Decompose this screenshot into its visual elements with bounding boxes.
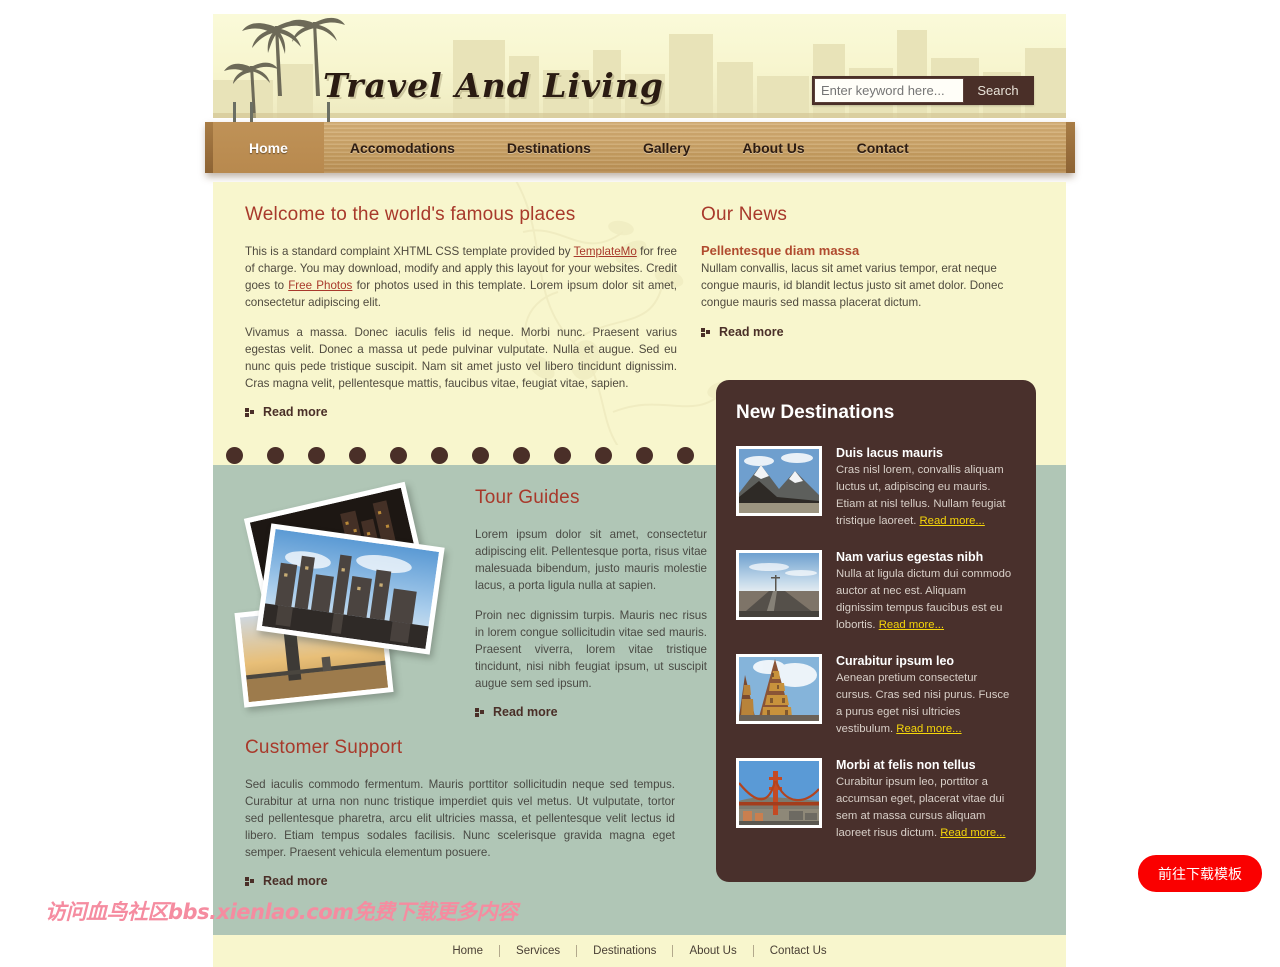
dot-decoration [513, 446, 530, 464]
dot-decoration [472, 446, 489, 464]
news-title: Our News [701, 204, 788, 225]
dot-decoration [390, 446, 407, 464]
welcome-column: Welcome to the world's famous places Thi… [245, 204, 677, 419]
tour-guides-paragraph-1: Lorem ipsum dolor sit amet, consectetur … [475, 528, 707, 592]
destination-read-more-link[interactable]: Read more... [940, 827, 1005, 839]
destination-item[interactable]: Curabitur ipsum leo Aenean pretium conse… [736, 654, 1016, 738]
page-container: Travel And Living Search Home Accomodati… [205, 14, 1075, 967]
footer-link-about-us[interactable]: About Us [673, 945, 752, 957]
destination-body: Nulla at ligula dictum dui commodo aucto… [836, 566, 1016, 634]
welcome-read-more-label: Read more [263, 405, 328, 419]
download-template-button[interactable]: 前往下载模板 [1138, 855, 1262, 892]
arrow-bullet-icon [245, 876, 254, 886]
nav-item-about-us[interactable]: About Us [716, 122, 830, 173]
dot-decoration [636, 446, 653, 464]
new-destinations-panel: New Destinations Duis lacus mauris Cras … [716, 380, 1036, 882]
nav-item-destinations[interactable]: Destinations [481, 122, 617, 173]
news-body: Nullam convallis, lacus sit amet varius … [701, 262, 1004, 309]
welcome-read-more-link[interactable]: Read more [245, 405, 677, 419]
arrow-bullet-icon [475, 707, 484, 717]
rope-strand-icon [233, 102, 236, 124]
golden-gate-bridge-thumbnail [736, 758, 822, 828]
customer-support-body: Sed iaculis commodo fermentum. Mauris po… [245, 778, 675, 859]
dot-decoration [349, 446, 366, 464]
search-box: Search [812, 76, 1034, 105]
footer-link-contact-us[interactable]: Contact Us [754, 945, 843, 957]
dot-decoration [595, 446, 612, 464]
destination-title: Duis lacus mauris [836, 446, 943, 460]
footer-link-destinations[interactable]: Destinations [577, 945, 672, 957]
dot-decoration [308, 446, 325, 464]
templatemo-link[interactable]: TemplateMo [574, 245, 637, 258]
destination-body: Aenean pretium consectetur cursus. Cras … [836, 670, 1016, 738]
dot-decoration [226, 446, 243, 464]
destination-item[interactable]: Morbi at felis non tellus Curabitur ipsu… [736, 758, 1016, 842]
footer-link-home[interactable]: Home [436, 945, 499, 957]
destination-title: Morbi at felis non tellus [836, 758, 976, 772]
destination-item[interactable]: Duis lacus mauris Cras nisl lorem, conva… [736, 446, 1016, 530]
destination-title: Curabitur ipsum leo [836, 654, 955, 668]
news-read-more-link[interactable]: Read more [701, 325, 1026, 339]
nav-item-contact[interactable]: Contact [831, 122, 935, 173]
destination-read-more-link[interactable]: Read more... [879, 619, 944, 631]
welcome-paragraph-2: Vivamus a massa. Donec iaculis felis id … [245, 326, 677, 390]
destination-body: Curabitur ipsum leo, porttitor a accumsa… [836, 774, 1016, 842]
nav-list: Home Accomodations Destinations Gallery … [213, 122, 935, 173]
site-logo: Travel And Living [323, 66, 664, 105]
tour-guides-paragraph-2: Proin nec dignissim turpis. Mauris nec r… [475, 609, 707, 690]
customer-support-read-more-label: Read more [263, 874, 328, 888]
news-headline: Pellentesque diam massa [701, 243, 860, 258]
desert-road-thumbnail [736, 550, 822, 620]
dot-decoration [554, 446, 571, 464]
news-read-more-label: Read more [719, 325, 784, 339]
destination-title: Nam varius egestas nibh [836, 550, 984, 564]
free-photos-link[interactable]: Free Photos [288, 279, 352, 292]
rope-strand-icon [250, 102, 253, 124]
destination-item[interactable]: Nam varius egestas nibh Nulla at ligula … [736, 550, 1016, 634]
welcome-p1-a: This is a standard complaint XHTML CSS t… [245, 245, 574, 258]
tour-guides-title: Tour Guides [475, 487, 580, 508]
nav-item-gallery[interactable]: Gallery [617, 122, 716, 173]
tour-guides-read-more-label: Read more [493, 705, 558, 719]
photo-collage [233, 481, 461, 709]
search-input[interactable] [814, 78, 964, 103]
destination-read-more-link[interactable]: Read more... [920, 515, 985, 527]
main-navigation: Home Accomodations Destinations Gallery … [205, 102, 1075, 182]
destination-read-more-link[interactable]: Read more... [896, 723, 961, 735]
dot-decoration [267, 446, 284, 464]
new-destinations-title: New Destinations [736, 402, 895, 423]
arrow-bullet-icon [701, 327, 710, 337]
welcome-title: Welcome to the world's famous places [245, 204, 576, 225]
dot-decoration [431, 446, 448, 464]
nav-item-accomodations[interactable]: Accomodations [324, 122, 481, 173]
tour-guides-read-more-link[interactable]: Read more [475, 705, 707, 719]
destination-body: Cras nisl lorem, convallis aliquam luctu… [836, 462, 1016, 530]
tour-guides-column: Tour Guides Lorem ipsum dolor sit amet, … [475, 487, 707, 719]
temple-spires-thumbnail [736, 654, 822, 724]
site-footer: Home Services Destinations About Us Cont… [213, 935, 1066, 967]
search-button[interactable]: Search [964, 78, 1032, 103]
welcome-paragraph-1: This is a standard complaint XHTML CSS t… [245, 243, 677, 311]
footer-link-services[interactable]: Services [500, 945, 576, 957]
dot-decoration [677, 446, 694, 464]
snow-mountain-thumbnail [736, 446, 822, 516]
rope-strand-icon [327, 102, 330, 124]
arrow-bullet-icon [245, 407, 254, 417]
site-watermark-text: 访问血鸟社区bbs.xienlao.com免费下载更多内容 [45, 900, 518, 924]
nav-item-home[interactable]: Home [213, 122, 324, 173]
site-header: Travel And Living Search [213, 14, 1066, 118]
